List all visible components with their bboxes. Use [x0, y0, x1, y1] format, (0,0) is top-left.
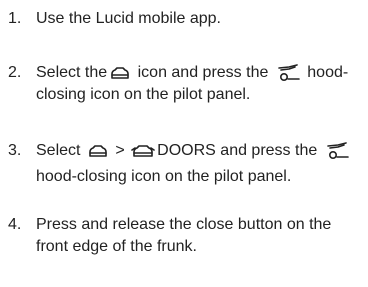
step-text: DOORS and press the: [157, 142, 318, 159]
step-2: 2. Select the icon and press the hood-cl…: [8, 62, 358, 106]
car-outline-icon: [109, 66, 131, 82]
hood-closing-icon: [275, 64, 301, 82]
car-outline-icon: [87, 144, 109, 160]
step-4: 4. Press and release the close button on…: [8, 214, 358, 258]
step-number: 2.: [8, 64, 22, 81]
step-number: 4.: [8, 216, 22, 233]
step-1: 1. Use the Lucid mobile app.: [8, 8, 358, 30]
step-text: Select the: [36, 64, 108, 81]
step-text: Use the Lucid mobile app.: [36, 10, 221, 27]
step-3: 3. Select > DOORS and press the hood-clo…: [8, 138, 358, 190]
step-text: Select: [36, 142, 81, 159]
hood-closing-icon: [324, 142, 350, 160]
step-number: 3.: [8, 142, 22, 159]
step-text: Press and release the close button on th…: [36, 216, 332, 255]
step-text: icon and press the: [137, 64, 269, 81]
step-number: 1.: [8, 10, 22, 27]
car-doors-icon: [131, 144, 155, 160]
step-text: >: [115, 142, 125, 159]
instruction-document: 1. Use the Lucid mobile app. 2. Select t…: [0, 0, 368, 287]
step-text: hood-closing icon on the pilot panel.: [36, 168, 292, 185]
